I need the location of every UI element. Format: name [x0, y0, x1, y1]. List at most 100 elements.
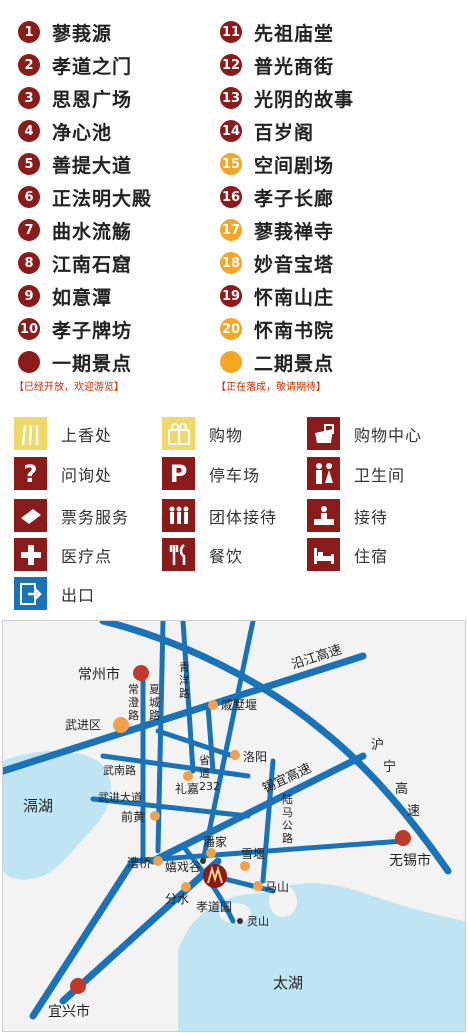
legend-item-6: 6 正法明大殿	[18, 184, 152, 210]
label-mashan: 马山	[265, 880, 289, 894]
legend-item-7: 7 曲水流觞	[18, 217, 132, 243]
phase-one-legend: 一期景点	[18, 349, 132, 375]
label-qianhuang: 前黄	[121, 809, 145, 824]
label-luma-road: 陆马公路	[282, 792, 293, 845]
facility-label: 购物中心	[354, 425, 423, 445]
phase-note: 【正在落成，敬请期待】	[216, 382, 326, 393]
facility-incense: 上香处	[14, 417, 112, 450]
legend-item-16: 16 孝子长廊	[220, 184, 334, 210]
facility-gift: 购物	[162, 417, 243, 450]
label-wujin: 武进区	[65, 718, 101, 732]
label-luoyang: 洛阳	[243, 749, 267, 764]
legend-item-10: 10 孝子牌坊	[18, 316, 132, 342]
label-caoqiao: 漕桥	[127, 856, 151, 870]
facility-restroom: 卫生间	[307, 457, 405, 490]
facility-label: 医疗点	[61, 546, 113, 566]
attraction-name: 先祖庙堂	[254, 22, 335, 45]
phase-two-legend: 二期景点	[220, 349, 334, 375]
label-lingshan: 灵山	[247, 915, 269, 928]
legend-item-4: 4 净心池	[18, 118, 112, 144]
attraction-name: 曲水流觞	[52, 220, 133, 243]
attraction-number-badge: 7	[18, 219, 40, 241]
attraction-name: 怀南书院	[254, 319, 335, 342]
restroom-icon	[307, 457, 340, 490]
ticket-icon	[14, 499, 47, 532]
phase-label: 二期景点	[254, 352, 335, 375]
group-reception-icon	[162, 499, 195, 532]
attraction-number-badge: 1	[18, 21, 40, 43]
label-wuxi: 无锡市	[389, 852, 431, 869]
facility-exit: 出口	[14, 577, 95, 610]
huning-highway	[99, 621, 452, 875]
first-aid-icon	[14, 538, 47, 571]
attraction-name: 净心池	[52, 121, 113, 144]
label-panjia: 潘家	[203, 834, 227, 849]
attraction-name: 思恩广场	[52, 88, 133, 111]
attraction-number-badge: 15	[220, 153, 242, 175]
legend-item-18: 18 妙音宝塔	[220, 250, 334, 276]
attraction-name: 如意潭	[52, 286, 113, 309]
label-xueyan: 雪堰	[241, 847, 265, 861]
facility-label: 卫生间	[354, 465, 406, 485]
attraction-name: 蓼莪禅寺	[254, 220, 335, 243]
exit-icon	[14, 577, 47, 610]
phase-dot-icon	[220, 351, 242, 373]
gift-icon	[162, 417, 195, 450]
facility-label: 问询处	[61, 465, 113, 485]
reception-icon	[307, 499, 340, 532]
attraction-number-badge: 12	[220, 54, 242, 76]
attraction-name: 蓼莪源	[52, 22, 113, 45]
attraction-number-badge: 4	[18, 120, 40, 142]
parking-icon: P	[162, 457, 195, 490]
legend-item-19: 19 怀南山庄	[220, 283, 334, 309]
phase-dot-icon	[18, 351, 40, 373]
attraction-number-badge: 16	[220, 186, 242, 208]
attraction-number-badge: 3	[18, 87, 40, 109]
facility-label: 接待	[354, 507, 389, 527]
legend-item-5: 5 善提大道	[18, 151, 132, 177]
label-changzhou: 常州市	[78, 666, 120, 683]
location-map: 常州市 无锡市 宜兴市 武进区 滆湖 太湖 戚墅堰 洛阳 礼嘉 前黄 潘家 雪堰…	[2, 620, 466, 1032]
attraction-number-badge: 6	[18, 186, 40, 208]
label-xiaodaoyuan: 孝道园	[196, 900, 232, 914]
facility-dining: 餐饮	[162, 538, 243, 571]
label-xixigu: 嬉戏谷	[165, 860, 201, 874]
legend-item-9: 9 如意潭	[18, 283, 112, 309]
facility-question: ? 问询处	[14, 457, 112, 490]
attraction-name: 江南石窟	[52, 253, 133, 276]
attraction-name: 怀南山庄	[254, 286, 335, 309]
incense-icon	[14, 417, 47, 450]
legend-item-11: 11 先祖庙堂	[220, 19, 334, 45]
xiaodaoyuan-logo-icon	[203, 864, 227, 888]
gehu-lake	[3, 750, 111, 880]
facility-label: 出口	[61, 585, 96, 605]
lingshan-marker	[237, 918, 243, 924]
attraction-name: 妙音宝塔	[254, 253, 335, 276]
label-changcheng-road: 常澄路	[128, 683, 139, 722]
attraction-number-badge: 9	[18, 285, 40, 307]
facility-first-aid: 医疗点	[14, 538, 112, 571]
label-lijia: 礼嘉	[175, 781, 199, 796]
attraction-number-badge: 10	[18, 318, 40, 340]
legend-item-14: 14 百岁阁	[220, 118, 314, 144]
facility-label: 餐饮	[209, 546, 244, 566]
label-gehu: 滆湖	[23, 797, 53, 815]
facility-ticket: 票务服务	[14, 499, 129, 532]
facility-bed: 住宿	[307, 538, 388, 571]
attraction-name: 善提大道	[52, 154, 133, 177]
attraction-number-badge: 13	[220, 87, 242, 109]
legend-item-17: 17 蓼莪禅寺	[220, 217, 334, 243]
attraction-name: 空间剧场	[254, 154, 335, 177]
facility-label: 团体接待	[209, 507, 278, 527]
legend-item-3: 3 思恩广场	[18, 85, 132, 111]
label-wunan-road: 武南路	[103, 764, 136, 777]
attraction-number-badge: 5	[18, 153, 40, 175]
attraction-name: 正法明大殿	[52, 187, 153, 210]
attraction-number-badge: 14	[220, 120, 242, 142]
label-wujin-avenue: 武进大道	[98, 790, 142, 804]
yixing-marker	[70, 978, 86, 994]
label-taihu: 太湖	[273, 974, 303, 992]
attraction-number-badge: 17	[220, 219, 242, 241]
attraction-name: 孝子牌坊	[52, 319, 133, 342]
wuxi-marker	[395, 830, 411, 846]
